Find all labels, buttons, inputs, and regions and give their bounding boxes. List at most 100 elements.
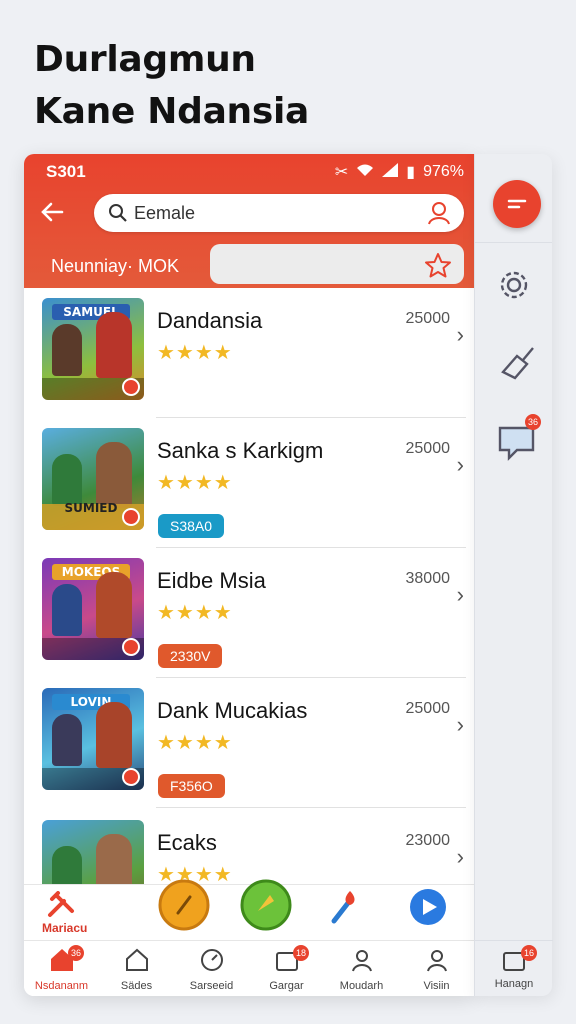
game-thumbnail — [42, 820, 144, 884]
game-price: 25000 — [405, 310, 451, 327]
nav-item-sarseeid[interactable]: Sarseeid — [174, 947, 249, 992]
nav-label: Gargar — [269, 980, 304, 992]
nav-label: Sädes — [120, 980, 153, 992]
notification-badge: 18 — [293, 945, 309, 961]
game-thumbnail: LOVIN — [42, 688, 144, 790]
app-bar: S301 ✂ ▮ 976% Eemale Neunniay· MOK — [24, 154, 474, 288]
game-thumbnail: MOKEOS — [42, 558, 144, 660]
rating-stars: ★★★★ — [157, 732, 233, 754]
search-input[interactable]: Eemale — [134, 203, 195, 224]
character-figure — [96, 834, 132, 884]
character-figure — [52, 714, 82, 766]
list-item[interactable]: MOKEOS Eidbe Msia ★★★★ 38000 › 2330V — [24, 548, 474, 678]
character-figure — [52, 584, 82, 636]
nav-item-home[interactable]: 36 Nsdananm — [24, 945, 99, 992]
bluetooth-icon: ✂ — [334, 164, 349, 181]
game-logo: SUMIED — [64, 501, 118, 515]
signal-icon — [382, 162, 399, 182]
filter-row: Neunniay· MOK — [24, 242, 474, 286]
character-figure — [96, 442, 132, 508]
list-item[interactable]: SUMIED Sanka s Karkigm ★★★★ 25000 › S38A… — [24, 418, 474, 548]
nav-item-sades[interactable]: Sädes — [99, 947, 174, 992]
search-field[interactable]: Eemale — [94, 194, 464, 232]
wifi-icon — [356, 163, 374, 182]
status-time: S301 — [46, 162, 86, 181]
character-figure — [52, 454, 82, 506]
nav-item-gargar[interactable]: 18 Gargar — [249, 945, 324, 992]
game-title: Ecaks — [157, 830, 217, 855]
chat-icon[interactable]: 36 — [497, 414, 541, 467]
page-headline: Durlagmun Kane Ndansia — [34, 34, 309, 138]
menu-icon — [507, 199, 527, 209]
chevron-right-icon[interactable]: › — [457, 844, 464, 870]
action-label: Mariacu — [42, 921, 88, 935]
side-rail: 36 16 Hanagn — [474, 154, 553, 996]
person-icon — [351, 950, 372, 972]
game-thumbnail: SUMIED — [42, 428, 144, 530]
house-outline-icon — [125, 948, 148, 971]
gem-icon[interactable] — [240, 879, 292, 936]
back-arrow-icon[interactable] — [38, 198, 66, 226]
tool-badge-icon — [122, 768, 140, 786]
play-icon[interactable] — [408, 887, 448, 932]
notification-badge: 36 — [68, 945, 84, 961]
row-divider — [156, 807, 466, 808]
chevron-right-icon[interactable]: › — [457, 452, 464, 478]
character-figure — [96, 572, 132, 638]
user-icon[interactable] — [426, 200, 452, 231]
game-title: Sanka s Karkigm — [157, 438, 324, 463]
gauge-icon — [200, 949, 223, 971]
gear-icon[interactable] — [497, 268, 531, 307]
rating-stars: ★★★★ — [157, 472, 233, 494]
game-list: SAMUEL Dandansia ★★★★ 25000 › SUMIED San… — [24, 288, 474, 884]
app-screen: S301 ✂ ▮ 976% Eemale Neunniay· MOK SAMUE… — [24, 154, 474, 996]
game-price: 38000 — [405, 570, 451, 587]
chevron-right-icon[interactable]: › — [457, 322, 464, 348]
nav-item-moudarh[interactable]: Moudarh — [324, 947, 399, 992]
tool-badge-icon — [122, 508, 140, 526]
game-thumbnail: SAMUEL — [42, 298, 144, 400]
game-title: Dandansia — [157, 308, 263, 333]
nav-label: Moudarh — [339, 980, 384, 992]
character-figure — [52, 324, 82, 376]
nav-label: Nsdananm — [34, 980, 89, 992]
coin-icon[interactable] — [158, 879, 210, 936]
chevron-right-icon[interactable]: › — [457, 712, 464, 738]
profile-icon — [426, 950, 447, 972]
status-badge: F356O — [158, 774, 225, 798]
bottom-navigation: 36 Nsdananm Sädes Sarseeid 18 Gargar Mou… — [24, 940, 474, 996]
rating-stars: ★★★★ — [157, 602, 233, 624]
rail-divider — [475, 242, 552, 243]
rail-nav-item[interactable]: 16 Hanagn — [475, 940, 553, 996]
game-title: Dank Mucakias — [157, 698, 308, 723]
rail-nav-label: Hanagn — [494, 978, 534, 990]
broom-icon[interactable] — [497, 342, 537, 387]
search-icon — [108, 203, 128, 228]
nav-label: Visiin — [423, 980, 450, 992]
list-item[interactable]: LOVIN Dank Mucakias ★★★★ 25000 › F356O — [24, 678, 474, 808]
status-badge: S38A0 — [158, 514, 225, 538]
tool-badge-icon — [122, 638, 140, 656]
notification-badge: 16 — [521, 945, 537, 961]
status-badge: 2330V — [158, 644, 223, 668]
list-item[interactable]: Ecaks ★★★★ 23000 › — [24, 810, 474, 884]
filter-pill[interactable] — [210, 244, 464, 284]
status-bar: S301 ✂ ▮ 976% — [46, 162, 464, 184]
action-bar: Mariacu — [24, 879, 474, 940]
notification-badge: 36 — [525, 414, 541, 430]
nav-item-visiin[interactable]: Visiin — [399, 947, 474, 992]
nav-label: Sarseeid — [189, 980, 234, 992]
star-outline-icon[interactable] — [424, 252, 452, 283]
tool-badge-icon — [122, 378, 140, 396]
torch-icon[interactable] — [328, 887, 362, 930]
character-figure — [96, 702, 132, 768]
list-item[interactable]: SAMUEL Dandansia ★★★★ 25000 › — [24, 288, 474, 418]
chevron-right-icon[interactable]: › — [457, 582, 464, 608]
rating-stars: ★★★★ — [157, 342, 233, 364]
character-figure — [52, 846, 82, 884]
battery-percent: 976% — [423, 163, 464, 180]
game-price: 23000 — [405, 832, 451, 849]
game-price: 25000 — [405, 440, 451, 457]
battery-icon: ▮ — [406, 164, 416, 181]
menu-fab[interactable] — [493, 180, 541, 228]
